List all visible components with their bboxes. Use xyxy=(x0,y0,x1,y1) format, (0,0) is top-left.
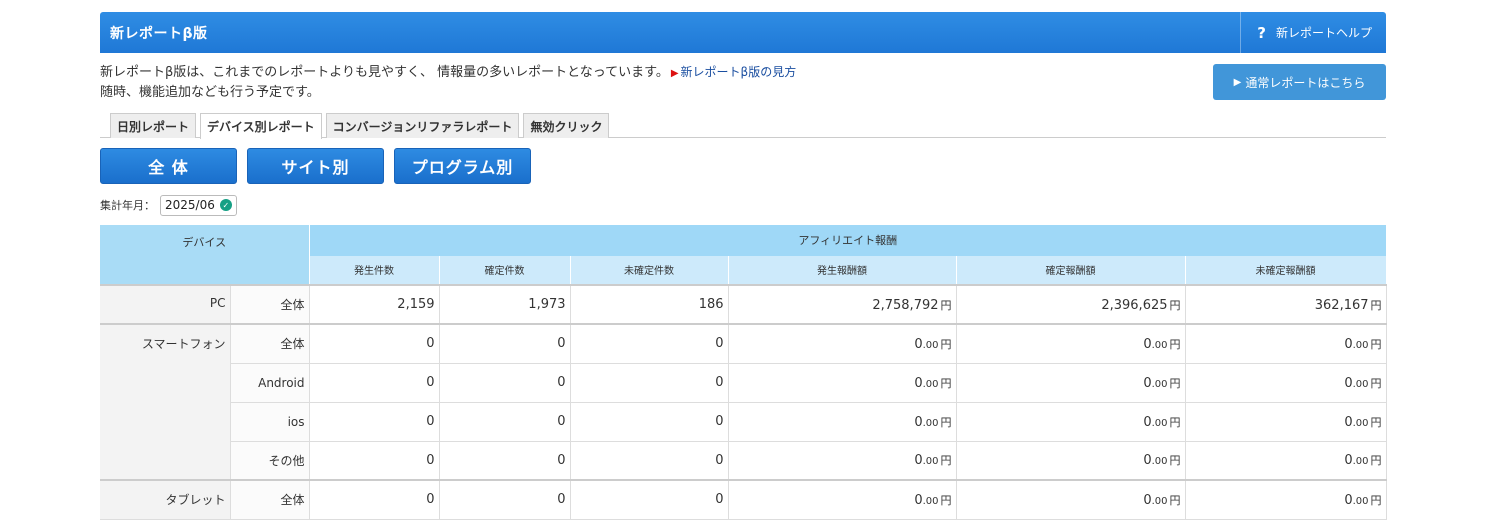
confirmed-count-cell: 1,973 xyxy=(439,284,571,325)
period-select[interactable]: 2025/06 ✓ xyxy=(160,194,237,216)
occurred-count-cell: 2,159 xyxy=(309,284,440,325)
unconfirmed-count-cell: 0 xyxy=(570,323,729,364)
help-label: 新レポートヘルプ xyxy=(1275,26,1372,40)
header-confirmed-count: 確定件数 xyxy=(439,255,571,285)
intro-line2: 随時、機能追加なども行う予定です。 xyxy=(100,85,320,100)
confirmed-count-cell: 0 xyxy=(439,363,571,403)
subdevice-cell: 全体 xyxy=(230,479,310,520)
report-tabs: 日別レポート デバイス別レポート コンバージョンリファラレポート 無効クリック xyxy=(100,113,1386,139)
confirmed-amount-cell: 0.00 円 xyxy=(956,402,1186,442)
normal-report-button[interactable]: ▶ 通常レポートはこちら xyxy=(1213,64,1386,100)
period-selector: 集計年月： 2025/06 ✓ xyxy=(100,194,1386,216)
occurred-amount-cell: 0.00 円 xyxy=(728,441,957,481)
unconfirmed-amount-cell: 0.00 円 xyxy=(1185,323,1387,364)
tab-invalid-click[interactable]: 無効クリック xyxy=(523,113,610,138)
intro-section: 新レポートβ版は、これまでのレポートよりも見やすく、 情報量の多いレポートとなっ… xyxy=(100,63,1386,113)
unconfirmed-count-cell: 0 xyxy=(570,402,729,442)
tab-daily[interactable]: 日別レポート xyxy=(110,113,197,138)
occurred-amount-cell: 0.00 円 xyxy=(728,323,957,364)
segment-buttons: 全 体 サイト別 プログラム別 xyxy=(100,148,1386,184)
confirmed-amount-cell: 2,396,625 円 xyxy=(956,284,1186,325)
unconfirmed-amount-cell: 0.00 円 xyxy=(1185,402,1387,442)
confirmed-count-cell: 0 xyxy=(439,323,571,364)
period-label: 集計年月： xyxy=(100,199,155,212)
subdevice-cell: ios xyxy=(230,402,310,442)
table-row: タブレット 全体 0 0 0 0.00 円 0.00 円 0.00 円 xyxy=(100,479,1387,520)
segment-site-button[interactable]: サイト別 xyxy=(247,148,384,184)
occurred-count-cell: 0 xyxy=(309,402,440,442)
confirmed-count-cell: 0 xyxy=(439,479,571,520)
play-icon: ▶ xyxy=(1233,76,1242,88)
confirmed-count-cell: 0 xyxy=(439,402,571,442)
table-row: スマートフォン 全体 0 0 0 0.00 円 0.00 円 0.00 円 xyxy=(100,323,1387,481)
table-row: Android 0 0 0 0.00 円 0.00 円 0.00 円 xyxy=(100,363,1387,403)
table-row: ios 0 0 0 0.00 円 0.00 円 0.00 円 xyxy=(100,402,1387,442)
subdevice-cell: 全体 xyxy=(230,284,310,325)
device-report-table: デバイス アフィリエイト報酬 発生件数 確定件数 未確定件数 発生報酬額 確定報… xyxy=(100,225,1387,520)
page-title: 新レポートβ版 xyxy=(110,25,208,42)
occurred-count-cell: 0 xyxy=(309,479,440,520)
unconfirmed-count-cell: 0 xyxy=(570,479,729,520)
occurred-count-cell: 0 xyxy=(309,441,440,481)
subdevice-cell: その他 xyxy=(230,441,310,481)
confirmed-amount-cell: 0.00 円 xyxy=(956,363,1186,403)
occurred-amount-cell: 2,758,792 円 xyxy=(728,284,957,325)
subdevice-cell: 全体 xyxy=(230,323,310,364)
help-link[interactable]: ? 新レポートヘルプ xyxy=(1240,12,1386,53)
unconfirmed-count-cell: 0 xyxy=(570,441,729,481)
play-icon: ▶ xyxy=(670,68,679,79)
subdevice-cell: Android xyxy=(230,363,310,403)
normal-report-label: 通常レポートはこちら xyxy=(1245,75,1366,90)
report-container: 新レポートβ版 ? 新レポートヘルプ 新レポートβ版は、これまでのレポートよりも… xyxy=(100,12,1387,520)
header-affiliate-reward: アフィリエイト報酬 xyxy=(309,225,1387,256)
header-device: デバイス xyxy=(100,225,310,285)
confirmed-count-cell: 0 xyxy=(439,441,571,481)
occurred-count-cell: 0 xyxy=(309,323,440,364)
occurred-amount-cell: 0.00 円 xyxy=(728,402,957,442)
confirmed-amount-cell: 0.00 円 xyxy=(956,441,1186,481)
guide-link[interactable]: 新レポートβ版の見方 xyxy=(681,65,797,79)
unconfirmed-amount-cell: 362,167 円 xyxy=(1185,284,1387,325)
occurred-count-cell: 0 xyxy=(309,363,440,403)
header-confirmed-amount: 確定報酬額 xyxy=(956,255,1186,285)
chevron-down-icon: ✓ xyxy=(219,199,232,211)
unconfirmed-amount-cell: 0.00 円 xyxy=(1185,479,1387,520)
header-occurred-amount: 発生報酬額 xyxy=(728,255,957,285)
segment-program-button[interactable]: プログラム別 xyxy=(394,148,531,184)
intro-text: 新レポートβ版は、これまでのレポートよりも見やすく、 情報量の多いレポートとなっ… xyxy=(100,63,1386,102)
table-row: PC 全体 2,159 1,973 186 2,758,792 円 2,396,6… xyxy=(100,284,1387,325)
confirmed-amount-cell: 0.00 円 xyxy=(956,323,1186,364)
unconfirmed-count-cell: 186 xyxy=(570,284,729,325)
occurred-amount-cell: 0.00 円 xyxy=(728,479,957,520)
title-bar: 新レポートβ版 ? 新レポートヘルプ xyxy=(100,12,1386,53)
unconfirmed-count-cell: 0 xyxy=(570,363,729,403)
table-row: その他 0 0 0 0.00 円 0.00 円 0.00 円 xyxy=(100,441,1387,481)
unconfirmed-amount-cell: 0.00 円 xyxy=(1185,363,1387,403)
help-icon: ? xyxy=(1257,23,1266,42)
segment-all-button[interactable]: 全 体 xyxy=(100,148,237,184)
device-cell: PC xyxy=(100,284,231,325)
unconfirmed-amount-cell: 0.00 円 xyxy=(1185,441,1387,481)
tab-device[interactable]: デバイス別レポート xyxy=(200,113,322,139)
header-unconfirmed-amount: 未確定報酬額 xyxy=(1185,255,1387,285)
tab-conversion-referrer[interactable]: コンバージョンリファラレポート xyxy=(325,113,520,138)
confirmed-amount-cell: 0.00 円 xyxy=(956,479,1186,520)
intro-line1: 新レポートβ版は、これまでのレポートよりも見やすく、 情報量の多いレポートとなっ… xyxy=(100,65,669,80)
header-unconfirmed-count: 未確定件数 xyxy=(570,255,729,285)
period-value: 2025/06 xyxy=(165,198,215,212)
header-occurred-count: 発生件数 xyxy=(309,255,440,285)
device-cell: タブレット xyxy=(100,479,231,520)
device-cell: スマートフォン xyxy=(100,323,231,481)
occurred-amount-cell: 0.00 円 xyxy=(728,363,957,403)
